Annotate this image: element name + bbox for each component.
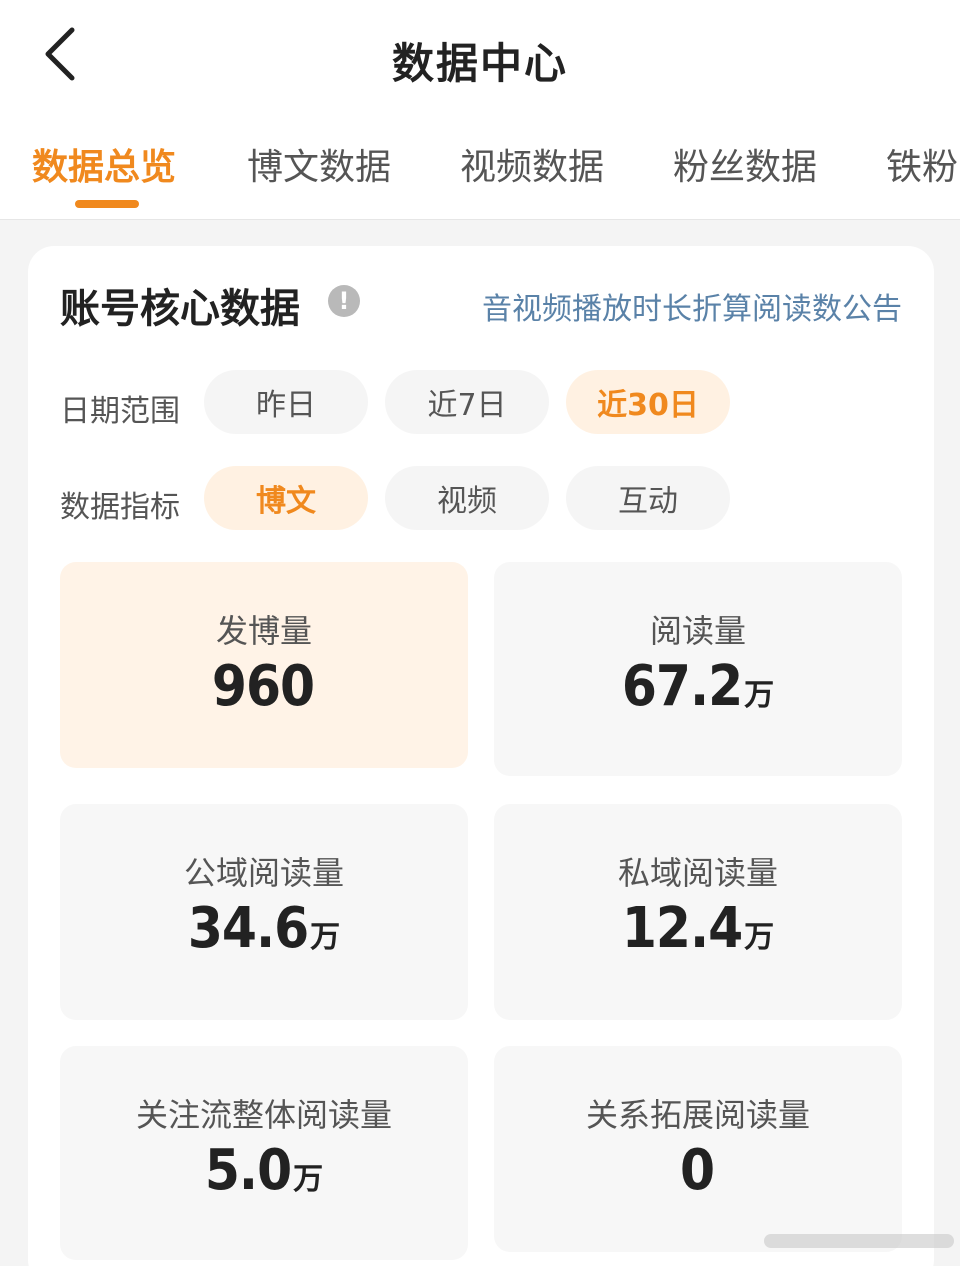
metric-value: 34.6万 bbox=[60, 896, 468, 961]
metric-tile-posts[interactable]: 发博量 960 bbox=[60, 562, 468, 768]
metric-tile-reads[interactable]: 阅读量 67.2万 bbox=[494, 562, 902, 776]
metric-unit: 万 bbox=[293, 1162, 324, 1197]
metric-number: 12.4 bbox=[621, 896, 743, 961]
exclamation-circle-icon[interactable]: ! bbox=[328, 285, 360, 317]
metric-option-video[interactable]: 视频 bbox=[385, 466, 549, 530]
home-indicator bbox=[764, 1234, 954, 1248]
tab-fans-data[interactable]: 粉丝数据 bbox=[673, 138, 817, 190]
metric-value: 67.2万 bbox=[494, 654, 902, 719]
metric-label: 阅读量 bbox=[649, 612, 746, 650]
metric-unit: 万 bbox=[310, 920, 341, 955]
notice-link[interactable]: 音视频播放时长折算阅读数公告 bbox=[482, 284, 902, 328]
metric-label: 发博量 bbox=[215, 612, 312, 650]
metric-label: 公域阅读量 bbox=[183, 854, 344, 892]
metric-type-label: 数据指标 bbox=[60, 490, 180, 525]
metric-value: 960 bbox=[60, 654, 468, 719]
metric-tile-private-reads[interactable]: 私域阅读量 12.4万 bbox=[494, 804, 902, 1020]
metric-number: 0 bbox=[679, 1138, 715, 1203]
metric-tile-following-feed-reads[interactable]: 关注流整体阅读量 5.0万 bbox=[60, 1046, 468, 1260]
date-option-7days[interactable]: 近7日 bbox=[385, 370, 549, 434]
active-tab-indicator bbox=[75, 200, 139, 208]
date-option-30days[interactable]: 近30日 bbox=[566, 370, 730, 434]
metric-number: 960 bbox=[211, 654, 315, 719]
section-title: 账号核心数据 bbox=[60, 286, 300, 332]
metric-option-interaction[interactable]: 互动 bbox=[566, 466, 730, 530]
metric-label: 私域阅读量 bbox=[617, 854, 778, 892]
metric-label: 关注流整体阅读量 bbox=[135, 1096, 392, 1134]
metric-value: 5.0万 bbox=[60, 1138, 468, 1203]
date-range-label: 日期范围 bbox=[60, 394, 180, 429]
data-center-page: 数据中心 数据总览 博文数据 视频数据 粉丝数据 铁粉 账号核心数据 ! 音视频… bbox=[0, 0, 960, 1266]
metric-tile-relationship-reads[interactable]: 关系拓展阅读量 0 bbox=[494, 1046, 902, 1252]
tab-bar: 数据总览 博文数据 视频数据 粉丝数据 铁粉 bbox=[0, 138, 960, 198]
tab-overview[interactable]: 数据总览 bbox=[32, 138, 176, 190]
metric-unit: 万 bbox=[744, 920, 775, 955]
tab-video-data[interactable]: 视频数据 bbox=[460, 138, 604, 190]
metric-value: 12.4万 bbox=[494, 896, 902, 961]
top-bar: 数据中心 数据总览 博文数据 视频数据 粉丝数据 铁粉 bbox=[0, 0, 960, 220]
page-title: 数据中心 bbox=[391, 39, 568, 88]
metric-number: 67.2 bbox=[621, 654, 743, 719]
metric-option-posts[interactable]: 博文 bbox=[204, 466, 368, 530]
metric-label: 关系拓展阅读量 bbox=[585, 1096, 810, 1134]
core-data-card: 账号核心数据 ! 音视频播放时长折算阅读数公告 日期范围 昨日 近7日 近30日… bbox=[28, 246, 934, 1266]
metric-tile-public-reads[interactable]: 公域阅读量 34.6万 bbox=[60, 804, 468, 1020]
tab-post-data[interactable]: 博文数据 bbox=[247, 138, 391, 190]
metric-number: 34.6 bbox=[187, 896, 309, 961]
tab-iron-fans[interactable]: 铁粉 bbox=[886, 138, 958, 190]
metric-value: 0 bbox=[494, 1138, 902, 1203]
metric-number: 5.0 bbox=[204, 1138, 292, 1203]
date-option-yesterday[interactable]: 昨日 bbox=[204, 370, 368, 434]
metric-unit: 万 bbox=[744, 678, 775, 713]
